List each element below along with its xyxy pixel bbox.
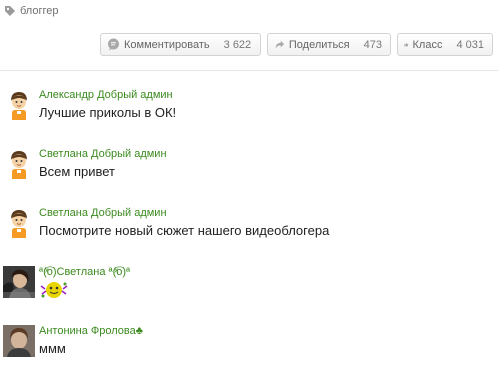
comment-author[interactable]: Светлана Добрый админ [39,148,167,160]
share-button[interactable]: Поделиться 473 [267,33,391,56]
cartoon-avatar[interactable] [3,148,35,180]
comment-author[interactable]: Светлана Добрый админ [39,207,167,219]
photo-avatar[interactable] [3,325,35,357]
comment-count: 3 622 [223,38,252,51]
share-arrow-icon [275,40,285,49]
thumbs-up-icon [404,42,409,47]
comment-author[interactable]: Александр Добрый админ [39,89,173,101]
comment-item: ª(ͯ͡o)Светлана ª(ͯ͡o)ª [0,266,498,322]
comment-text: Посмотрите новый сюжет нашего видеоблоге… [39,223,330,238]
tag-icon [5,6,15,16]
tag-label[interactable]: блоггер [20,5,58,17]
tag-row[interactable]: блоггер [4,3,58,19]
comment-button-label: Комментировать [124,38,210,51]
comment-button[interactable]: Комментировать 3 622 [100,33,261,56]
comment-text: Лучшие приколы в ОК! [39,105,177,120]
comment-text: ммм [39,341,66,356]
share-button-label: Поделиться [288,38,350,51]
comment-item: Светлана Добрый админ Всем привет [0,148,498,204]
comment-author[interactable]: ª(ͯ͡o)Светлана ª(ͯ͡o)ª [39,266,130,278]
cartoon-avatar[interactable] [3,89,35,121]
comment-author[interactable]: Антонина Фролова♣ [39,325,143,337]
like-button-label: Класс [412,38,443,51]
smiley-sticker [40,282,68,298]
comment-item: Александр Добрый админ Лучшие приколы в … [0,89,498,145]
comment-text: Всем привет [39,164,115,179]
divider [0,70,498,71]
like-count: 4 031 [456,38,484,51]
share-count: 473 [363,38,382,51]
like-button[interactable]: Класс 4 031 [397,33,493,56]
comment-item: Светлана Добрый админ Посмотрите новый с… [0,207,498,263]
photo-avatar[interactable] [3,266,35,298]
cartoon-avatar[interactable] [3,207,35,239]
comment-item: Антонина Фролова♣ ммм [0,325,498,381]
comment-bubble-icon [108,38,119,51]
action-bar: Комментировать 3 622 Поделиться 473 Клас… [100,33,493,56]
